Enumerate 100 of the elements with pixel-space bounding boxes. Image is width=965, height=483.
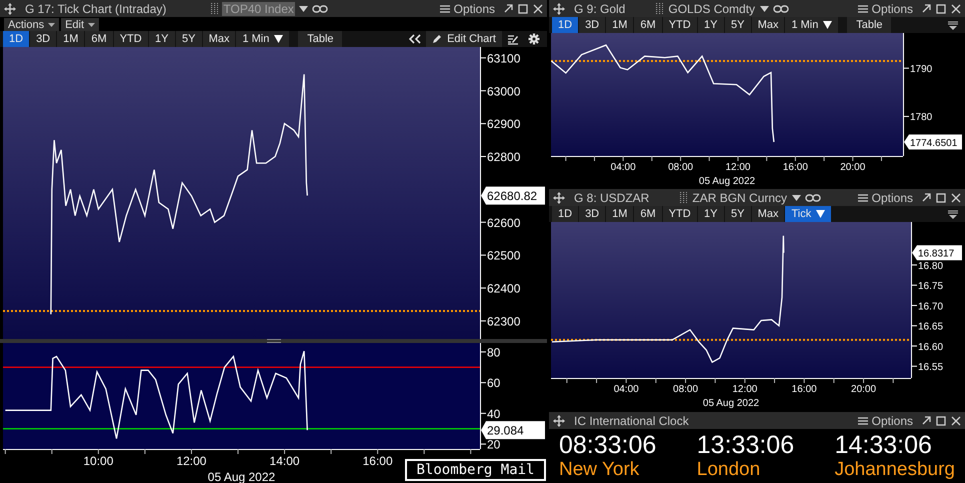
range-tab[interactable]: 1Y [148, 31, 175, 47]
y-axis-label: 16.65 [918, 322, 944, 333]
window-title: G 8: USDZAR [574, 190, 650, 204]
x-axis-label: 08:00 [673, 384, 698, 395]
y-axis-label: 1790 [910, 64, 932, 75]
y-axis-label: 80 [487, 345, 500, 360]
link-icon[interactable] [312, 4, 328, 12]
interval-dropdown[interactable]: 1 Min [785, 17, 838, 33]
move-icon[interactable] [553, 192, 565, 204]
y-axis-label: 62300 [487, 314, 520, 328]
y-axis-label: 16.55 [918, 362, 944, 374]
link-icon[interactable] [805, 194, 822, 202]
range-tab[interactable]: YTD [662, 206, 697, 222]
menu-button[interactable]: Actions [4, 18, 60, 31]
security-field[interactable]: ZAR BGN Curncy [691, 190, 788, 204]
table-button[interactable]: Table [298, 31, 342, 47]
range-tab[interactable]: 5Y [176, 31, 202, 47]
pencil-icon [432, 34, 442, 44]
x-axis-label: 20:00 [851, 384, 876, 395]
range-tab[interactable]: 1D [552, 206, 578, 222]
move-icon[interactable] [4, 2, 16, 14]
close-icon[interactable] [951, 192, 961, 202]
range-tab[interactable]: 1M [606, 206, 634, 222]
range-tab[interactable]: 5Y [724, 17, 751, 33]
window-title: IC International Clock [574, 414, 689, 428]
range-tab[interactable]: 5Y [724, 206, 751, 222]
y-axis-label: 62400 [487, 282, 520, 296]
x-axis-label: 16:00 [782, 162, 808, 173]
move-icon[interactable] [553, 2, 565, 14]
interval-dropdown[interactable]: 1 Min [236, 31, 290, 47]
close-icon[interactable] [951, 416, 961, 426]
y-axis-label: 62500 [487, 248, 520, 263]
maximize-icon[interactable] [936, 416, 946, 426]
range-tab[interactable]: 1D [552, 17, 578, 33]
maximize-icon[interactable] [936, 4, 946, 14]
range-tab[interactable]: 3D [579, 206, 606, 222]
popout-icon[interactable] [922, 193, 931, 202]
range-tab[interactable]: Max [202, 31, 236, 47]
dropdown-icon[interactable] [948, 210, 958, 218]
y-axis-label: 16.75 [918, 281, 944, 292]
range-tab[interactable]: YTD [114, 31, 148, 47]
collapse-icon[interactable] [409, 34, 422, 44]
dropdown-icon[interactable] [948, 20, 958, 30]
table-button[interactable]: Table [847, 17, 892, 33]
interval-dropdown[interactable]: Tick [785, 206, 832, 222]
y-axis-label: 63100 [487, 51, 520, 66]
x-axis-label: 16:00 [362, 454, 393, 468]
popout-icon[interactable] [504, 4, 513, 13]
range-tab[interactable]: 1M [57, 31, 84, 47]
popout-icon[interactable] [922, 416, 931, 425]
options-button[interactable]: Options [440, 2, 499, 16]
x-axis-label: 20:00 [840, 162, 866, 173]
move-icon[interactable] [553, 414, 565, 426]
menu-button[interactable]: Edit [61, 18, 100, 31]
options-button[interactable]: Options [858, 2, 917, 16]
options-button[interactable]: Options [858, 414, 917, 428]
range-tab[interactable]: Max [752, 206, 784, 222]
close-icon[interactable] [951, 4, 961, 14]
range-tab[interactable]: YTD [662, 17, 697, 33]
window-title: G 9: Gold [574, 2, 626, 16]
maximize-icon[interactable] [518, 4, 528, 14]
y-axis-label: 40 [487, 406, 500, 421]
range-tab[interactable]: Max [752, 17, 784, 33]
x-axis-label: 12:00 [725, 162, 750, 173]
note-icon[interactable] [507, 34, 519, 44]
x-axis-label: 04:00 [610, 162, 636, 173]
price-tag: 29.084 [481, 421, 545, 440]
range-tab[interactable]: 3D [579, 17, 606, 33]
link-icon[interactable] [773, 4, 790, 12]
close-icon[interactable] [533, 4, 543, 14]
range-tab[interactable]: 6M [85, 31, 113, 47]
date-label: 05 Aug 2022 [698, 176, 756, 187]
city-label: New York [559, 459, 640, 481]
range-tab[interactable]: 1M [606, 17, 634, 33]
caret-icon[interactable] [760, 6, 770, 12]
caret-icon [48, 22, 56, 26]
caret-icon[interactable] [792, 194, 802, 200]
y-axis-label: 16.60 [918, 342, 944, 353]
bloomberg-mail-button[interactable]: Bloomberg Mail [405, 459, 546, 481]
range-tab[interactable]: 6M [634, 206, 662, 222]
range-tab[interactable]: 1D [3, 31, 30, 47]
options-button[interactable]: Options [858, 190, 917, 204]
popout-icon[interactable] [922, 4, 931, 13]
range-tab[interactable]: 1Y [698, 17, 724, 33]
maximize-icon[interactable] [936, 192, 946, 202]
range-tab[interactable]: 1Y [698, 206, 724, 222]
menu-icon [858, 416, 868, 424]
y-axis-label: 16.70 [918, 301, 944, 312]
gear-icon[interactable] [528, 33, 540, 45]
edit-chart-button[interactable]: Edit Chart [426, 31, 502, 47]
city-label: London [696, 459, 762, 481]
menu-icon [858, 194, 868, 202]
x-axis-label: 14:00 [270, 454, 300, 468]
price-tag: 16.8317 [912, 245, 962, 260]
security-field[interactable]: GOLDS Comdty [667, 2, 756, 16]
caret-icon[interactable] [298, 6, 308, 12]
x-axis-label: 08:00 [668, 162, 694, 173]
range-tab[interactable]: 6M [634, 17, 662, 33]
city-label: Johannesburg [834, 459, 955, 481]
range-tab[interactable]: 3D [30, 31, 56, 47]
